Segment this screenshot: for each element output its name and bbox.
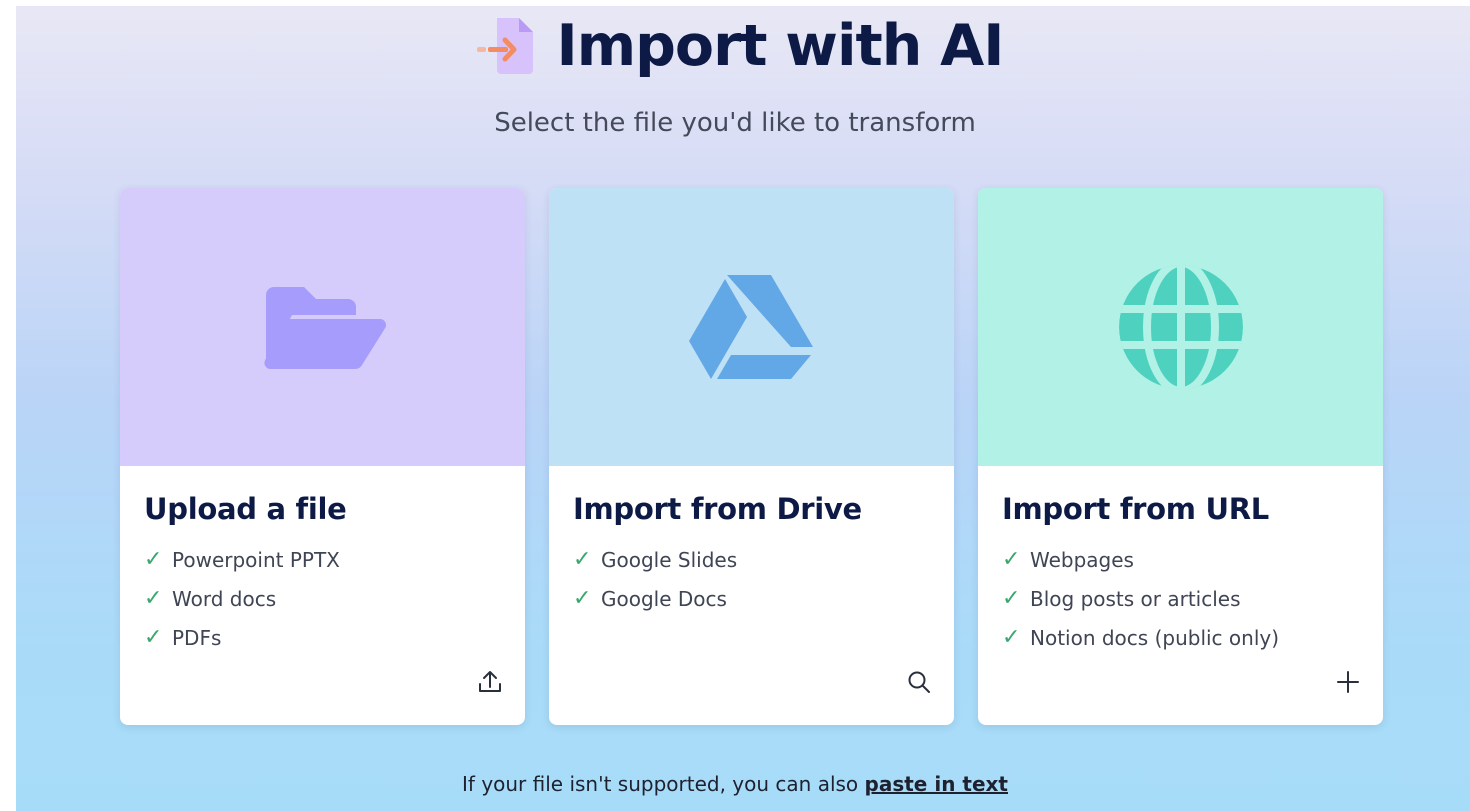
check-icon: ✓ bbox=[573, 547, 592, 572]
card-title: Import from URL bbox=[1002, 492, 1269, 526]
feature-label: Blog posts or articles bbox=[1030, 586, 1241, 611]
upload-file-card[interactable]: Upload a file ✓ Powerpoint PPTX ✓ Word doc… bbox=[120, 188, 525, 725]
footer-note: If your file isn't supported, you can al… bbox=[0, 772, 1470, 796]
feature-item: ✓ Google Docs bbox=[573, 579, 930, 618]
google-drive-icon bbox=[688, 275, 813, 379]
folder-open-icon bbox=[263, 287, 386, 370]
search-icon[interactable] bbox=[904, 667, 934, 697]
feature-label: Powerpoint PPTX bbox=[172, 547, 340, 572]
check-icon: ✓ bbox=[144, 547, 163, 572]
feature-item: ✓ Blog posts or articles bbox=[1002, 579, 1359, 618]
plus-icon[interactable] bbox=[1333, 667, 1363, 697]
feature-list: ✓ Powerpoint PPTX ✓ Word docs ✓ PDFs bbox=[144, 540, 501, 657]
card-illustration bbox=[120, 188, 525, 466]
check-icon: ✓ bbox=[144, 586, 163, 611]
card-illustration bbox=[549, 188, 954, 466]
card-body: Upload a file ✓ Powerpoint PPTX ✓ Word doc… bbox=[120, 466, 525, 725]
feature-item: ✓ Powerpoint PPTX bbox=[144, 540, 501, 579]
globe-icon bbox=[1118, 265, 1243, 389]
feature-item: ✓ Google Slides bbox=[573, 540, 930, 579]
card-title: Upload a file bbox=[144, 492, 347, 526]
check-icon: ✓ bbox=[1002, 586, 1021, 611]
feature-list: ✓ Google Slides ✓ Google Docs bbox=[573, 540, 930, 618]
import-file-icon bbox=[476, 18, 533, 74]
footer-text: If your file isn't supported, you can al… bbox=[462, 772, 865, 796]
paste-text-link[interactable]: paste in text bbox=[865, 772, 1008, 796]
feature-item: ✓ Notion docs (public only) bbox=[1002, 618, 1359, 657]
page-header: Import with AI Select the file you'd lik… bbox=[0, 6, 1470, 138]
feature-label: Webpages bbox=[1030, 547, 1134, 572]
card-body: Import from Drive ✓ Google Slides ✓ Google… bbox=[549, 466, 954, 725]
card-title: Import from Drive bbox=[573, 492, 862, 526]
check-icon: ✓ bbox=[1002, 547, 1021, 572]
feature-label: PDFs bbox=[172, 625, 222, 650]
feature-item: ✓ PDFs bbox=[144, 618, 501, 657]
feature-list: ✓ Webpages ✓ Blog posts or articles ✓ Notio… bbox=[1002, 540, 1359, 657]
page-subtitle: Select the file you'd like to transform bbox=[494, 108, 976, 138]
check-icon: ✓ bbox=[1002, 625, 1021, 650]
title-row: Import with AI bbox=[8, 6, 1470, 86]
import-drive-card[interactable]: Import from Drive ✓ Google Slides ✓ Google… bbox=[549, 188, 954, 725]
card-illustration bbox=[978, 188, 1383, 466]
card-body: Import from URL ✓ Webpages ✓ Blog posts or… bbox=[978, 466, 1383, 725]
feature-label: Google Slides bbox=[601, 547, 738, 572]
page-title: Import with AI bbox=[556, 13, 1005, 79]
upload-icon[interactable] bbox=[475, 667, 505, 697]
check-icon: ✓ bbox=[573, 586, 592, 611]
feature-label: Notion docs (public only) bbox=[1030, 625, 1280, 650]
feature-label: Word docs bbox=[172, 586, 277, 611]
feature-label: Google Docs bbox=[601, 586, 727, 611]
import-url-card[interactable]: Import from URL ✓ Webpages ✓ Blog posts or… bbox=[978, 188, 1383, 725]
feature-item: ✓ Webpages bbox=[1002, 540, 1359, 579]
check-icon: ✓ bbox=[144, 625, 163, 650]
feature-item: ✓ Word docs bbox=[144, 579, 501, 618]
